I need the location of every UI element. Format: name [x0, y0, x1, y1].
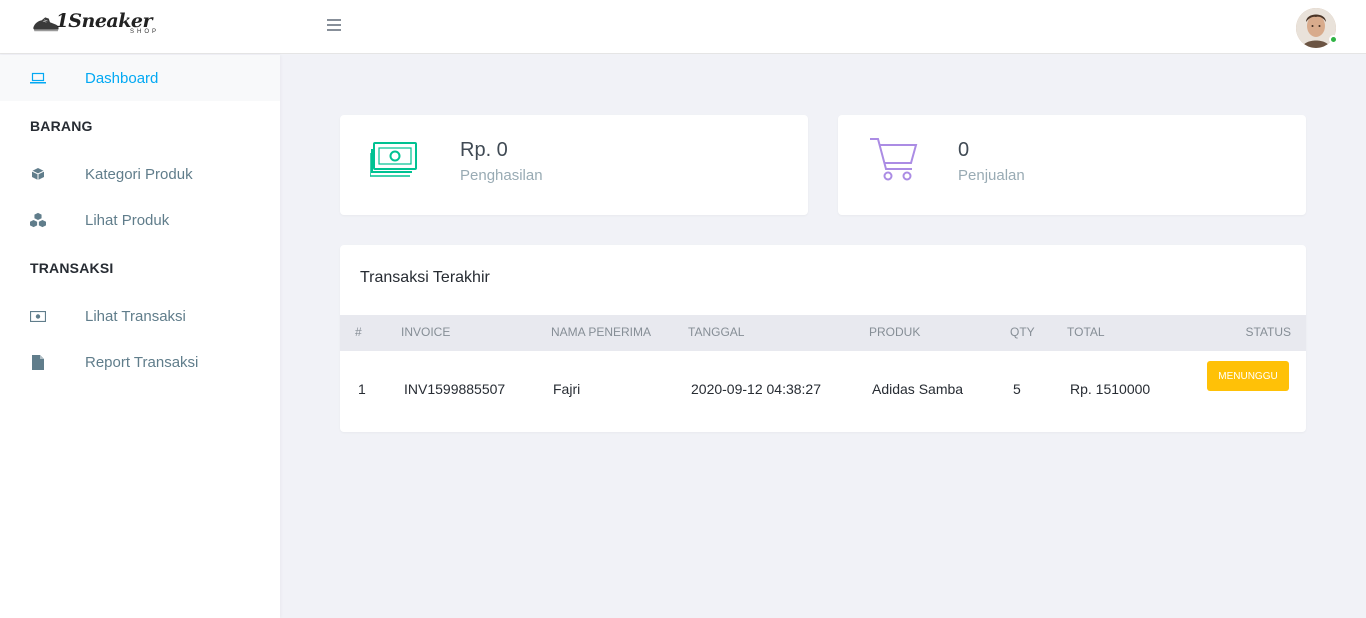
sidebar-item-label: Lihat Produk: [85, 211, 170, 229]
income-stat-card: Rp. 0 Penghasilan: [340, 115, 808, 215]
sidebar-item-label: Dashboard: [85, 69, 159, 87]
sidebar-item-kategori-produk[interactable]: Kategori Produk: [0, 151, 280, 197]
file-icon: [30, 354, 46, 370]
column-header: STATUS: [1245, 325, 1291, 339]
column-header: NAMA PENERIMA: [551, 325, 652, 339]
status-badge[interactable]: MENUNGGU: [1207, 361, 1289, 391]
sales-value: 0: [958, 139, 970, 161]
cell-qty: 5: [1013, 381, 1021, 397]
sales-stat-card: 0 Penjualan: [838, 115, 1306, 215]
recent-transactions-card: Transaksi Terakhir # INVOICE NAMA PENERI…: [340, 245, 1306, 432]
hamburger-menu-icon[interactable]: [325, 16, 343, 34]
column-header: PRODUK: [869, 325, 921, 339]
cell-date: 2020-09-12 04:38:27: [691, 381, 821, 397]
sales-label: Penjualan: [958, 167, 1025, 184]
column-header: #: [355, 325, 362, 339]
sidebar-section-transaksi: TRANSAKSI: [30, 260, 114, 276]
table-row[interactable]: 1 INV1599885507 Fajri 2020-09-12 04:38:2…: [340, 351, 1306, 417]
laptop-icon: [30, 70, 46, 86]
cube-icon: [30, 166, 46, 182]
column-header: INVOICE: [401, 325, 451, 339]
cell-total: Rp. 1510000: [1070, 381, 1151, 397]
sidebar-item-lihat-transaksi[interactable]: Lihat Transaksi: [0, 293, 280, 339]
card-title: Transaksi Terakhir: [360, 269, 490, 286]
cell-invoice: INV1599885507: [404, 381, 506, 397]
cart-icon: [870, 138, 918, 181]
sidebar-item-lihat-produk[interactable]: Lihat Produk: [0, 197, 280, 243]
sidebar-item-label: Kategori Produk: [85, 165, 193, 183]
money-icon: [30, 308, 46, 324]
income-label: Penghasilan: [460, 167, 543, 184]
column-header: QTY: [1010, 325, 1035, 339]
income-value: Rp. 0: [460, 139, 508, 161]
sidebar-item-report-transaksi[interactable]: Report Transaksi: [0, 339, 280, 385]
sidebar: Dashboard BARANG Kategori Produk Lihat P…: [0, 55, 280, 618]
money-stack-icon: [370, 142, 417, 177]
top-header: 1Sneaker SHOP: [0, 0, 1366, 54]
online-status-indicator: [1329, 35, 1338, 44]
sidebar-section-barang: BARANG: [30, 118, 93, 134]
cell-product: Adidas Samba: [872, 381, 964, 397]
sidebar-item-dashboard[interactable]: Dashboard: [0, 55, 280, 101]
cubes-icon: [30, 212, 46, 228]
sidebar-item-label: Lihat Transaksi: [85, 307, 186, 325]
table-header: # INVOICE NAMA PENERIMA TANGGAL PRODUK Q…: [340, 315, 1306, 351]
column-header: TANGGAL: [688, 325, 745, 339]
cell-recipient: Fajri: [553, 381, 581, 397]
cell-number: 1: [358, 381, 366, 397]
column-header: TOTAL: [1067, 325, 1105, 339]
brand-subtitle: SHOP: [130, 29, 160, 35]
brand-name: 1Sneaker: [55, 9, 153, 32]
brand-logo[interactable]: 1Sneaker SHOP: [32, 7, 156, 41]
sidebar-item-label: Report Transaksi: [85, 353, 199, 371]
